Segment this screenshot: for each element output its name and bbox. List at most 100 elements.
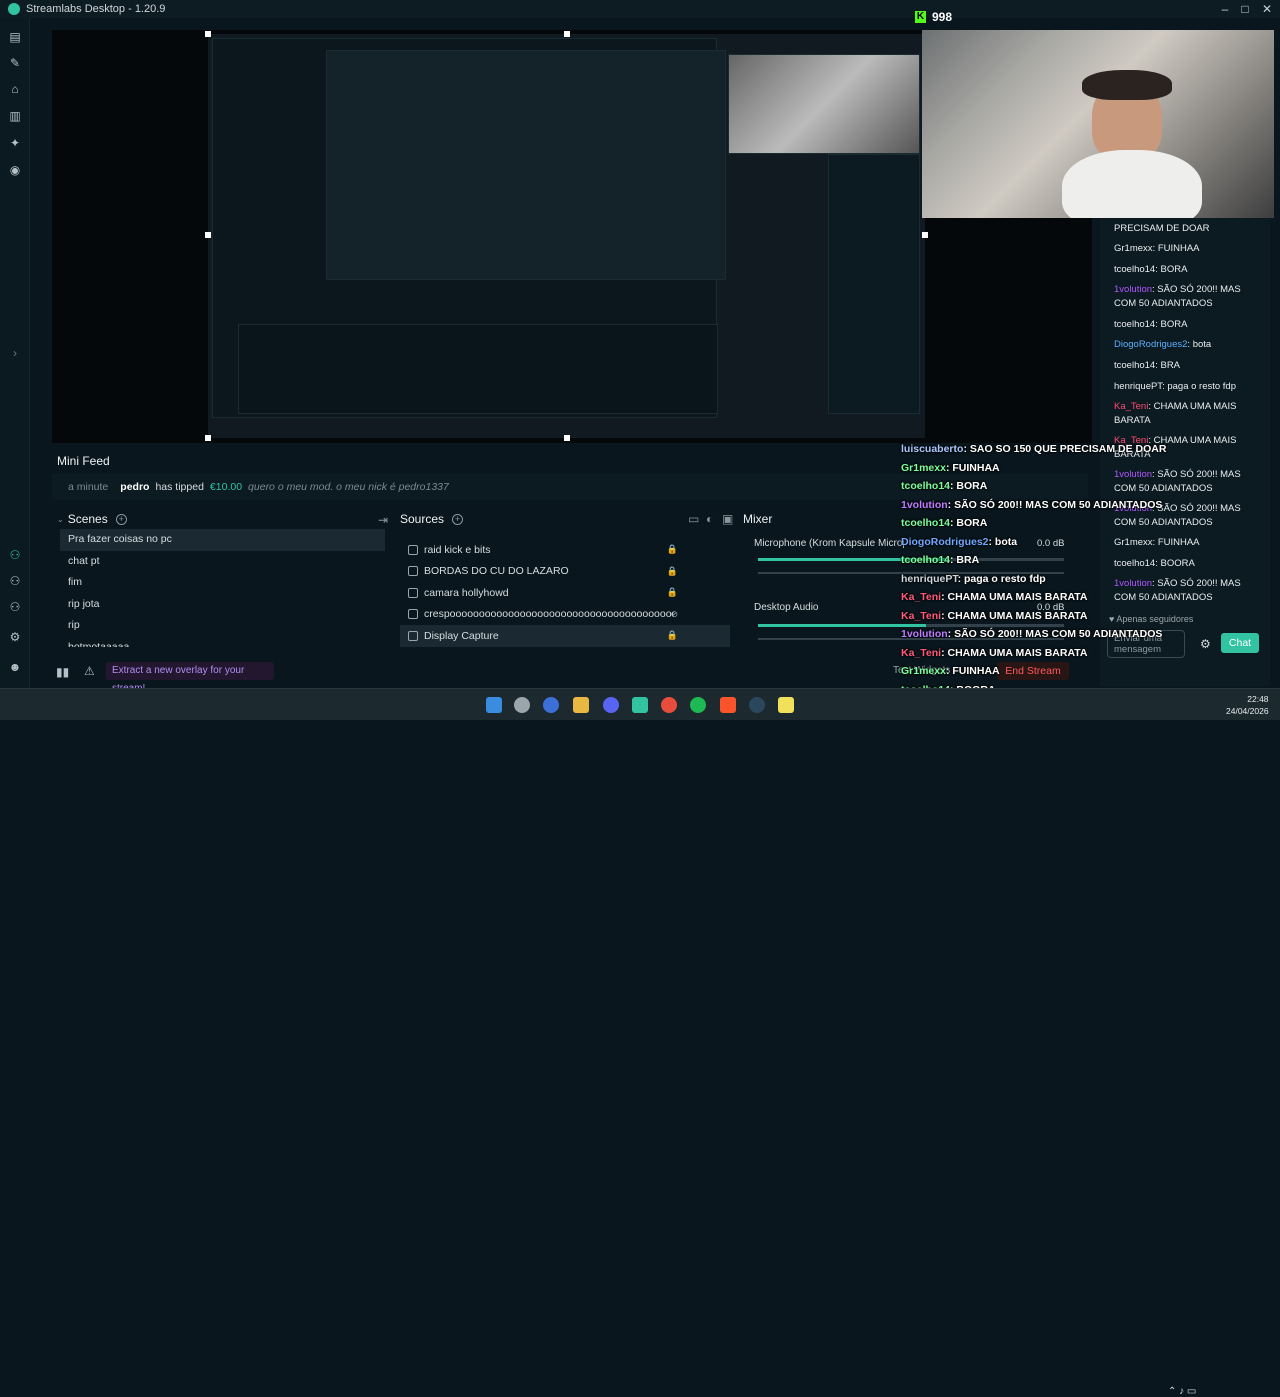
source-label: BORDAS DO CU DO LAZARO [424,565,569,578]
collapse-icon[interactable]: ⌄ [57,515,64,524]
overlay-chat-text: : paga o resto fdp [957,572,1046,585]
chat-username[interactable]: 1volution [1114,284,1152,295]
resize-handle[interactable] [564,435,570,441]
profile-icon[interactable]: ☻ [8,660,22,674]
alert-warning-icon[interactable]: ⚠ [84,664,95,678]
overlay-chat-username: Gr1mexx [901,461,946,474]
overlay-chat-message: DiogoRodrigues2: bota [901,536,1017,548]
alert-box-icon[interactable]: ✦ [8,136,22,150]
streamlabs-logo-icon [8,3,20,15]
source-folder-icon[interactable]: ▭ [688,512,699,526]
chat-username[interactable]: henriquePT [1114,381,1162,392]
record-icon[interactable]: ◉ [8,163,22,177]
collapse-chevron-icon[interactable]: › [8,346,22,360]
brave-icon[interactable] [720,697,736,713]
windows-start-icon[interactable] [486,697,502,713]
store-icon[interactable]: ⌂ [8,82,22,96]
source-item[interactable]: raid kick e bits 🔒 [400,539,730,561]
add-source-icon[interactable]: + [452,513,464,525]
chrome-icon[interactable] [661,697,677,713]
scene-item[interactable]: rip [60,615,385,637]
overlay-chat-text: : BORA [950,517,988,529]
steam-icon[interactable] [749,697,765,713]
chat-text: : paga o resto fdp [1162,381,1237,392]
layout-icon[interactable]: ▥ [8,109,22,123]
file-explorer-icon[interactable] [573,697,589,713]
minimize-icon[interactable]: – [1218,2,1232,16]
chat-message: DiogoRodrigues2: bota [1114,338,1264,352]
lock-icon[interactable]: 🔒 [667,544,678,555]
lock-icon[interactable]: 🔒 [667,566,678,577]
window-title: Streamlabs Desktop - 1.20.9 [26,3,166,15]
overlay-chat: luiscuaberto: SAO SO 150 QUE PRECISAM DE… [901,440,1166,720]
source-item[interactable]: crespooooooooooooooooooooooooooooooooooo… [400,604,730,626]
chat-settings-icon[interactable]: ⚙ [1200,637,1211,651]
chat-username[interactable]: tcoelho14 [1114,360,1155,371]
resize-handle[interactable] [922,232,928,238]
chat-text: : BOORA [1155,558,1195,569]
scene-item[interactable]: botmotaaaaa [60,637,385,648]
lock-icon[interactable]: 🔒 [667,630,678,641]
resize-handle[interactable] [205,232,211,238]
source-item[interactable]: BORDAS DO CU DO LAZARO 🔒 [400,561,730,583]
chat-send-button[interactable]: Chat [1221,633,1259,653]
chat-username[interactable]: DiogoRodrigues2 [1114,339,1187,350]
mini-feed-title: Mini Feed [57,454,110,468]
scene-item[interactable]: rip jota [60,594,385,616]
search-icon[interactable] [514,697,530,713]
extract-overlay-banner[interactable]: Extract a new overlay for your stream! [106,662,274,694]
source-settings-icon[interactable]: ▣ [722,512,733,526]
source-item[interactable]: Display Capture 🔒 [400,625,730,647]
chat-message: tcoelho14: BRA [1114,359,1264,373]
streamlabs-taskbar-icon[interactable] [632,697,648,713]
overlay-chat-text: : FUINHAA [945,665,1000,677]
chat-text: : BRA [1155,360,1181,371]
overlay-chat-message: Gr1mexx: FUINHAA [901,462,1000,474]
viewer-count: 998 [932,10,953,24]
resize-handle[interactable] [205,31,211,37]
scene-item[interactable]: Pra fazer coisas no pc [60,529,385,551]
spotify-icon[interactable] [690,697,706,713]
help-icon[interactable]: ⚇ [8,600,22,614]
discord-icon[interactable] [603,697,619,713]
add-scene-icon[interactable]: + [115,513,127,525]
maximize-icon[interactable]: □ [1238,2,1252,16]
scene-transition-icon[interactable]: ⇥ [378,513,388,527]
chat-username[interactable]: Ka_Teni [1114,401,1148,412]
chat-username[interactable]: Gr1mexx [1114,243,1153,254]
overlay-chat-username: luiscuaberto [901,443,964,455]
scenes-list: Pra fazer coisas no pc chat pt fim rip j… [60,529,385,647]
chat-username[interactable]: tcoelho14 [1114,319,1155,330]
system-clock[interactable]: 22:48 24/04/2026 [1226,693,1269,717]
resize-handle[interactable] [205,435,211,441]
scenes-title: Scenes [67,512,108,526]
overlay-chat-message: 1volution: SÃO SÓ 200!! MAS COM 50 ADIAN… [901,499,1162,511]
overlay-chat-username: Ka_Teni [901,591,942,603]
notes-icon[interactable] [778,697,794,713]
close-icon[interactable]: ✕ [1260,2,1274,16]
tray-icons[interactable]: ⌃ ♪ ▭ [1168,1386,1196,1397]
stats-icon[interactable]: ▮▮ [56,665,69,679]
overlay-chat-username: 1volution [901,498,948,511]
cloud-icon[interactable]: ⚇ [8,574,22,588]
settings-icon[interactable]: ⚙ [8,630,22,644]
sources-header: Sources + [400,512,464,526]
stream-preview[interactable] [208,34,925,438]
mixer-header: Mixer [743,512,772,526]
chat-message: PRECISAM DE DOAR [1114,222,1264,236]
hidden-icon[interactable]: ⊘ [670,609,678,620]
resize-handle[interactable] [564,31,570,37]
chat-text: : FUINHAA [1152,243,1200,254]
lock-icon[interactable]: 🔒 [667,587,678,598]
themes-icon[interactable]: ✎ [8,56,22,70]
studio-icon[interactable]: ▤ [8,30,22,44]
overlay-chat-text: : BRA [950,554,980,566]
source-group-icon[interactable]: ◐ [706,512,713,526]
edge-icon[interactable] [543,697,559,713]
sources-title: Sources [400,512,445,526]
chat-username[interactable]: tcoelho14 [1114,264,1155,275]
app-icon[interactable]: ⚇ [8,548,22,562]
scene-item[interactable]: chat pt [60,551,385,573]
scene-item[interactable]: fim [60,572,385,594]
source-item[interactable]: camara hollyhowd 🔒 [400,582,730,604]
